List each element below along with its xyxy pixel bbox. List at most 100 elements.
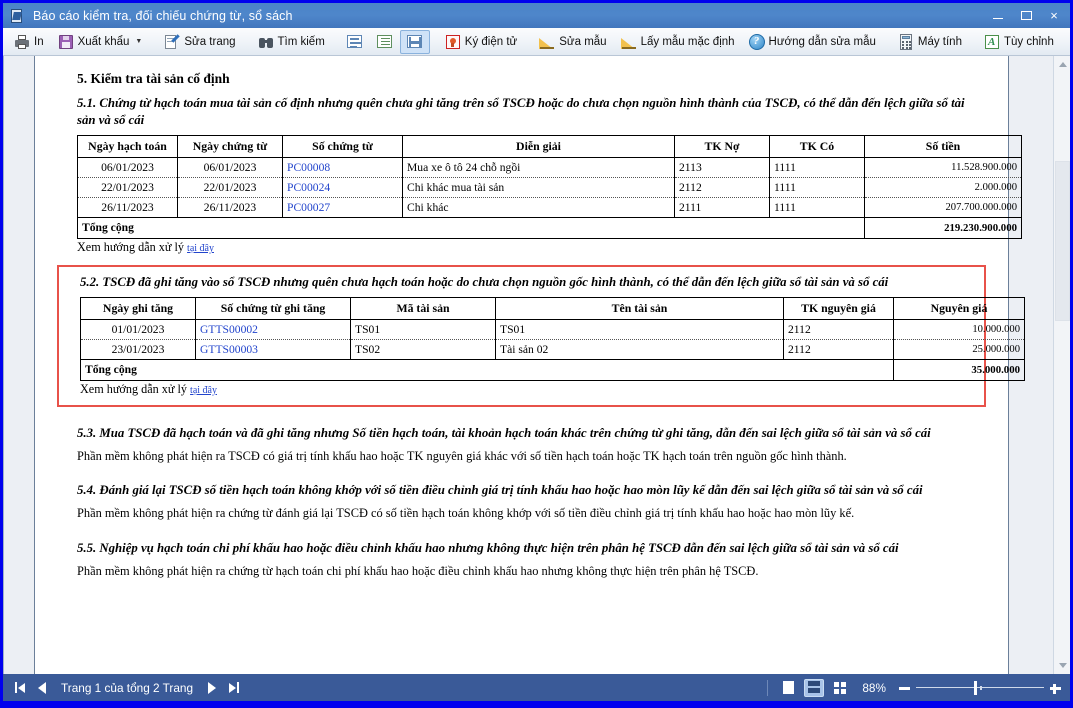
zoom-slider-track[interactable] [916,680,1044,695]
edit-template-label: Sửa mẫu [559,35,607,48]
continuous-page-view-button[interactable] [804,678,825,697]
status-separator [767,679,769,696]
application-window: Báo cáo kiểm tra, đối chiếu chứng từ, sổ… [0,0,1073,708]
search-button[interactable]: Tìm kiếm [251,30,332,54]
edit-page-icon [164,33,181,50]
single-page-view-button[interactable] [778,679,798,697]
scroll-down-arrow[interactable] [1054,657,1070,674]
cell-increase-doc-link[interactable]: GTTS00002 [195,318,351,340]
export-icon [58,34,74,50]
zoom-slider-thumb [974,680,977,695]
col-header: Tên tài sản [495,296,784,320]
digital-signature-button[interactable]: Ký điện tử [438,30,524,54]
zoom-level-label: 88% [862,680,886,695]
cell-credit-account: 1111 [769,196,865,218]
cell-original-cost-account: 2112 [783,318,894,340]
section-5-3-body: Phần mềm không phát hiện ra TSCĐ có giá … [77,448,847,463]
status-right-cluster: 88% [763,674,1062,701]
cell-increase-doc-link[interactable]: GTTS00003 [195,338,351,360]
digital-signature-label: Ký điện tử [464,35,518,48]
chevron-down-icon[interactable]: ▼ [135,38,142,45]
total-value: 35.000.000 [893,358,1025,381]
page-layout-fit-icon [406,34,423,50]
cell-increase-date: 23/01/2023 [80,338,196,360]
section-5-2-heading: 5.2. TSCĐ đã ghi tăng vào sổ TSCĐ nhưng … [80,274,889,289]
export-button[interactable]: Xuất khẩu ▼ [51,30,150,54]
section-5-4-body: Phần mềm không phát hiện ra chứng từ đán… [77,506,855,521]
page-layout-fit-button[interactable] [399,29,430,54]
window-title: Báo cáo kiểm tra, đối chiếu chứng từ, sổ… [33,8,293,23]
col-header: Số tiền [864,134,1022,158]
total-label: Tổng cộng [77,216,865,239]
table-header-row: Ngày ghi tăng Số chứng từ ghi tăng Mã tà… [80,296,1025,320]
cell-doc-date: 26/11/2023 [177,196,283,218]
next-page-icon [208,681,217,694]
cell-doc-number-link[interactable]: PC00027 [282,196,403,218]
handling-guide-line: Xem hướng dẫn xử lý tại đây [77,240,986,255]
handling-guide-link[interactable]: tại đây [190,385,217,396]
table-total-row: Tổng cộng 219.230.900.000 [77,216,1022,239]
single-page-view-icon [782,681,794,694]
cell-increase-date: 01/01/2023 [80,318,196,340]
col-header: TK Nợ [674,134,770,158]
next-page-button[interactable] [201,678,223,698]
template-help-button[interactable]: ? Hướng dẫn sửa mẫu [742,30,883,54]
grid-page-view-button[interactable] [830,679,850,697]
default-template-button[interactable]: Lấy mẫu mặc định [614,30,742,54]
highlighted-section-5-2: 5.2. TSCĐ đã ghi tăng vào sổ TSCĐ nhưng … [57,264,1025,407]
print-button[interactable]: In [7,30,51,54]
scroll-up-arrow[interactable] [1054,56,1070,73]
zoom-in-icon[interactable] [1049,681,1062,694]
customize-button[interactable]: A Tùy chỉnh [977,30,1061,54]
close-button[interactable]: × [1040,5,1068,27]
table-section-5-2: Ngày ghi tăng Số chứng từ ghi tăng Mã tà… [80,296,1025,381]
edit-page-label: Sửa trang [184,35,236,48]
page-title: 5. Kiểm tra tài sản cố định [77,71,230,86]
page-layout-wide-button[interactable] [340,30,370,54]
edit-page-button[interactable]: Sửa trang [157,30,242,54]
total-label: Tổng cộng [80,358,894,381]
cell-asset-name: Tài sản 02 [495,338,784,360]
cell-doc-number-link[interactable]: PC00024 [282,176,403,198]
col-header: Số chứng từ ghi tăng [195,296,351,320]
cell-debit-account: 2111 [674,196,770,218]
prev-page-button[interactable] [31,678,53,698]
col-header: Số chứng từ [282,134,403,158]
col-header: Ngày chứng từ [177,134,283,158]
page-layout-list-button[interactable] [370,30,400,54]
cell-description: Chi khác mua tài sản [402,176,675,198]
window-bottom-edge [3,701,1070,705]
last-page-button[interactable] [223,678,245,698]
cell-description: Mua xe ô tô 24 chỗ ngồi [402,156,675,178]
print-label: In [34,35,44,48]
maximize-button[interactable] [1012,5,1040,27]
status-bar: Trang 1 của tổng 2 Trang 88% [3,674,1070,701]
search-binoculars-icon [258,34,274,50]
minimize-button[interactable] [984,5,1012,27]
vertical-scrollbar[interactable] [1053,56,1070,674]
document-viewport[interactable]: 5. Kiểm tra tài sản cố định 5.1. Chứng t… [3,56,1070,674]
background-image-button[interactable]: Thêm hình nền [1069,30,1073,54]
edit-template-button[interactable]: Sửa mẫu [532,30,613,54]
cell-doc-date: 06/01/2023 [177,156,283,178]
zoom-out-icon[interactable] [898,681,911,694]
zoom-slider[interactable] [898,680,1062,695]
window-controls: × [984,3,1068,28]
cell-debit-account: 2112 [674,176,770,198]
calculator-button[interactable]: Máy tính [891,30,969,54]
handling-guide-text: Xem hướng dẫn xử lý [80,381,187,396]
report-page: 5. Kiểm tra tài sản cố định 5.1. Chứng t… [34,56,1025,674]
table-row: 26/11/2023 26/11/2023 PC00027 Chi khác 2… [77,196,1022,218]
first-page-button[interactable] [9,678,31,698]
section-5-5-body: Phần mềm không phát hiện ra chứng từ hạc… [77,563,759,578]
handling-guide-text: Xem hướng dẫn xử lý [77,239,184,254]
scrollbar-thumb[interactable] [1055,161,1070,321]
handling-guide-link[interactable]: tại đây [187,243,214,254]
table-row: 06/01/2023 06/01/2023 PC00008 Mua xe ô t… [77,156,1022,178]
section-5-4-heading: 5.4. Đánh giá lại TSCĐ số tiền hạch toán… [77,483,923,498]
page-layout-list-icon [376,34,393,50]
template-help-label: Hướng dẫn sửa mẫu [768,35,876,48]
cell-doc-number-link[interactable]: PC00008 [282,156,403,178]
cell-amount: 207.700.000.000 [864,196,1022,218]
title-bar: Báo cáo kiểm tra, đối chiếu chứng từ, sổ… [3,3,1070,28]
